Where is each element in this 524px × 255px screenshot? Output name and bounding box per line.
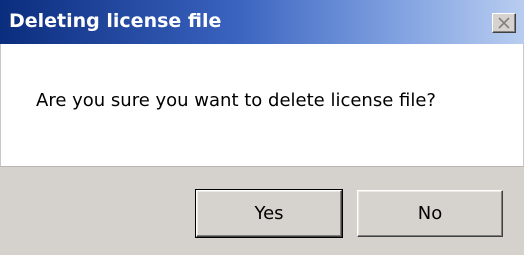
close-button[interactable] [492,13,516,33]
yes-button[interactable]: Yes [195,189,343,238]
close-icon [498,17,510,29]
window-title: Deleting license file [9,10,222,32]
dialog-content: Are you sure you want to delete license … [0,44,524,166]
title-bar[interactable]: Deleting license file [0,0,524,44]
no-button[interactable]: No [357,190,503,237]
confirmation-message: Are you sure you want to delete license … [36,90,436,111]
dialog-window: Deleting license file Are you sure you w… [0,0,524,255]
button-bar: Yes No [0,166,524,255]
